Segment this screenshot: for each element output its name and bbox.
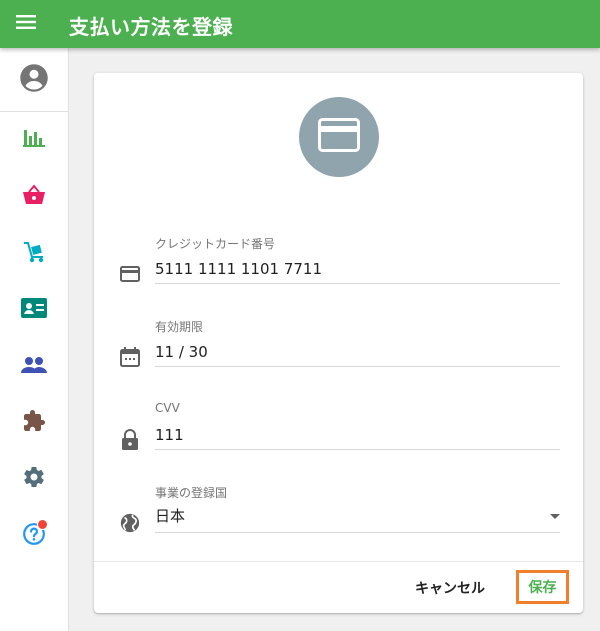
card-actions: キャンセル 保存 xyxy=(94,561,583,614)
credit-card-icon xyxy=(318,118,360,156)
sidebar-item-account[interactable] xyxy=(0,60,68,100)
country-field: 事業の登録国 日本 xyxy=(118,484,561,544)
hand-truck-icon xyxy=(22,240,46,268)
expiry-label: 有効期限 xyxy=(155,320,204,334)
page-title: 支払い方法を登録 xyxy=(69,15,233,39)
menu-button[interactable] xyxy=(14,12,38,36)
payment-method-card: クレジットカード番号 有効期限 CVV xyxy=(94,73,583,613)
sidebar-item-reports[interactable] xyxy=(0,120,68,160)
basket-icon xyxy=(22,184,46,210)
globe-icon xyxy=(118,511,142,535)
country-select[interactable]: 日本 xyxy=(155,504,560,533)
sidebar-item-help[interactable] xyxy=(0,514,68,554)
calendar-icon xyxy=(118,345,142,369)
credit-card-icon xyxy=(118,262,142,286)
puzzle-icon xyxy=(22,409,46,437)
card-number-label: クレジットカード番号 xyxy=(155,237,276,251)
cvv-field: CVV xyxy=(118,401,561,461)
expiry-input[interactable] xyxy=(155,338,560,367)
card-number-field: クレジットカード番号 xyxy=(118,235,561,295)
contact-card-icon xyxy=(21,298,47,322)
cvv-input[interactable] xyxy=(155,421,560,450)
help-icon xyxy=(22,519,48,546)
save-button[interactable]: 保存 xyxy=(516,570,569,604)
lock-icon xyxy=(118,428,142,452)
cancel-button[interactable]: キャンセル xyxy=(407,570,493,606)
hamburger-menu-icon xyxy=(16,14,36,34)
country-label: 事業の登録国 xyxy=(155,486,228,500)
sidebar-item-settings[interactable] xyxy=(0,459,68,499)
bar-chart-icon xyxy=(23,128,45,152)
sidebar-item-contacts[interactable] xyxy=(0,290,68,330)
card-number-input[interactable] xyxy=(155,255,560,284)
sidebar-item-orders[interactable] xyxy=(0,177,68,217)
account-circle-icon xyxy=(19,63,49,97)
people-icon xyxy=(21,356,47,378)
sidebar-item-extensions[interactable] xyxy=(0,403,68,443)
expiry-field: 有効期限 xyxy=(118,318,561,378)
sidebar-divider xyxy=(0,111,68,112)
country-value: 日本 xyxy=(155,507,186,525)
gear-icon xyxy=(22,465,46,493)
dropdown-arrow-icon xyxy=(550,514,560,519)
app-bar: 支払い方法を登録 xyxy=(0,0,600,48)
notification-badge xyxy=(37,519,48,530)
sidebar-item-users[interactable] xyxy=(0,347,68,387)
cvv-label: CVV xyxy=(155,401,180,415)
sidebar xyxy=(0,48,69,631)
sidebar-item-shipping[interactable] xyxy=(0,234,68,274)
card-avatar xyxy=(299,97,379,177)
